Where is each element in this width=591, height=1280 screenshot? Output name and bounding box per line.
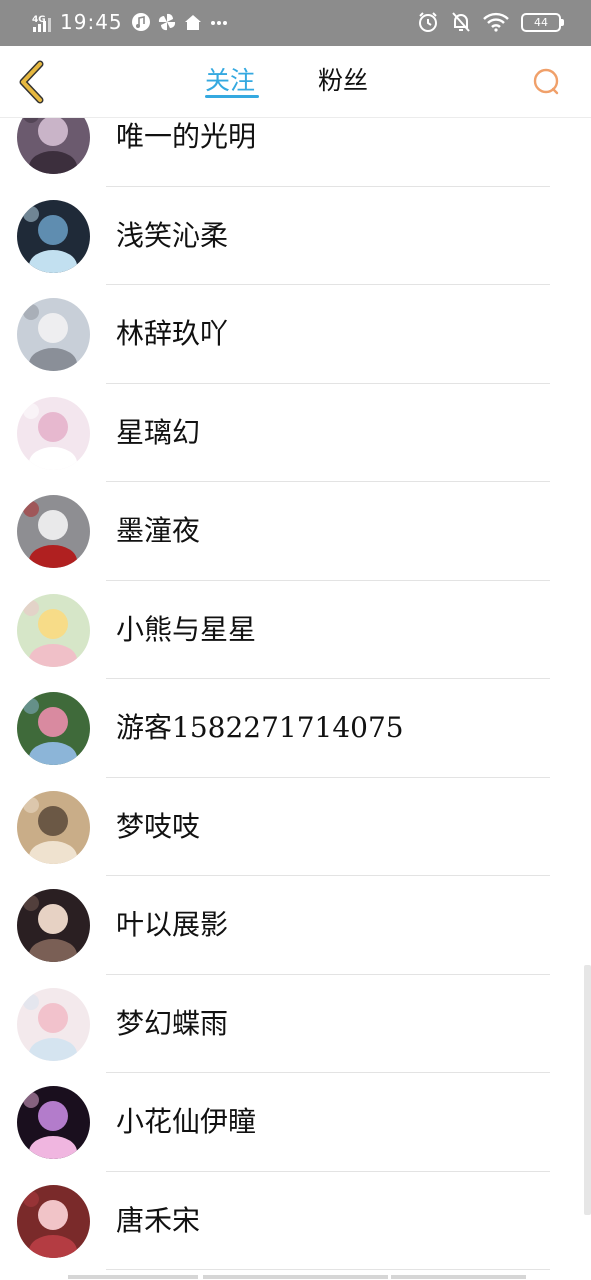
- avatar[interactable]: [17, 298, 90, 371]
- avatar[interactable]: [17, 692, 90, 765]
- user-name: 游客1582271714075: [116, 711, 404, 744]
- tab-following[interactable]: 关注: [205, 65, 255, 97]
- chevron-left-icon: [19, 60, 44, 104]
- mute-bell-icon: [452, 12, 470, 32]
- user-name: 梦幻蝶雨: [116, 1006, 229, 1040]
- list-item[interactable]: 浅笑沁柔: [0, 187, 591, 285]
- list-item[interactable]: 墨潼夜: [0, 482, 591, 581]
- list-item[interactable]: 游客1582271714075: [0, 679, 591, 778]
- list-item[interactable]: 星璃幻: [0, 384, 591, 482]
- pinwheel-icon: [158, 13, 175, 31]
- following-list-content: 唯一的光明浅笑沁柔林辞玖吖星璃幻墨潼夜小熊与星星游客1582271714075 梦…: [0, 118, 591, 1270]
- scrollbar[interactable]: [584, 965, 591, 1215]
- avatar[interactable]: [17, 495, 90, 568]
- list-item[interactable]: 小熊与星星: [0, 581, 591, 679]
- list-item[interactable]: 唯一的光明: [0, 118, 591, 187]
- more-dots-icon: [210, 21, 227, 25]
- list-item[interactable]: 小花仙伊瞳: [0, 1073, 591, 1172]
- home-icon: [184, 15, 201, 30]
- search-icon: [533, 68, 559, 95]
- avatar[interactable]: [17, 199, 90, 273]
- user-name: 林辞玖吖: [116, 317, 229, 350]
- avatar[interactable]: [17, 396, 90, 470]
- alarm-icon: [419, 12, 437, 32]
- user-name: 梦吱吱: [116, 809, 201, 843]
- user-name: 叶以展影: [116, 908, 229, 941]
- status-right: 44: [417, 11, 564, 33]
- list-item[interactable]: 梦吱吱: [0, 778, 591, 876]
- avatar[interactable]: [17, 593, 90, 667]
- user-name: 小熊与星星: [116, 612, 257, 646]
- status-bar: 4G 19:45 44: [0, 0, 591, 46]
- user-name: 小花仙伊瞳: [116, 1105, 257, 1138]
- list-item[interactable]: 唐禾宋: [0, 1172, 591, 1270]
- top-nav-bar: 关注 粉丝: [0, 46, 591, 118]
- avatar[interactable]: [17, 118, 90, 174]
- avatar[interactable]: [17, 889, 90, 962]
- music-note-icon: [131, 13, 150, 31]
- search-button[interactable]: [531, 66, 563, 98]
- avatar[interactable]: [17, 1184, 90, 1258]
- signal-icon: 4G: [30, 10, 54, 34]
- following-list[interactable]: 唯一的光明浅笑沁柔林辞玖吖星璃幻墨潼夜小熊与星星游客1582271714075 梦…: [0, 118, 591, 1280]
- tab-fans[interactable]: 粉丝: [318, 65, 368, 97]
- user-name: 星璃幻: [116, 415, 201, 449]
- status-left: 4G 19:45: [30, 10, 235, 34]
- back-button[interactable]: [14, 60, 50, 104]
- list-item[interactable]: 叶以展影: [0, 876, 591, 975]
- user-name: 唐禾宋: [116, 1203, 201, 1237]
- avatar[interactable]: [17, 790, 90, 864]
- user-name: 浅笑沁柔: [116, 218, 229, 252]
- avatar[interactable]: [17, 1086, 90, 1159]
- wifi-icon: [483, 12, 509, 32]
- user-name: 墨潼夜: [116, 514, 201, 547]
- clock: 19:45: [60, 10, 123, 34]
- avatar[interactable]: [17, 987, 90, 1061]
- divider: [106, 1269, 550, 1270]
- battery-icon: 44: [521, 12, 564, 32]
- bottom-edge: [68, 1275, 528, 1280]
- list-item[interactable]: 梦幻蝶雨: [0, 975, 591, 1073]
- active-tab-indicator: [205, 95, 259, 98]
- battery-level: 44: [534, 15, 548, 29]
- list-item[interactable]: 林辞玖吖: [0, 285, 591, 384]
- user-name: 唯一的光明: [116, 120, 257, 153]
